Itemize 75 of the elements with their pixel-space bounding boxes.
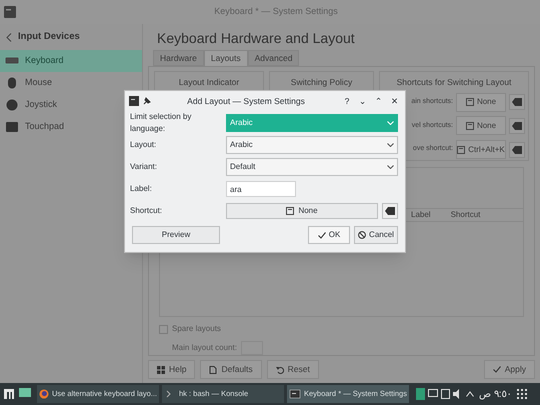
clear-button[interactable] <box>509 118 525 134</box>
button[interactable]: Help <box>148 360 196 379</box>
clear-icon <box>512 122 522 130</box>
sidebar-item[interactable]: Keyboard <box>0 50 142 72</box>
clear-icon <box>512 98 522 106</box>
tab[interactable]: Hardware <box>153 50 204 66</box>
group-title: Shortcuts for Switching Layout <box>396 76 512 89</box>
chevron-down-icon <box>387 165 394 169</box>
close-button[interactable]: ✕ <box>389 96 401 106</box>
help-button[interactable]: ? <box>341 96 353 106</box>
window-title: Keyboard * — System Settings <box>213 5 339 18</box>
clipboard-icon <box>441 389 450 399</box>
document-icon <box>209 366 218 374</box>
ok-button[interactable]: OK <box>308 226 350 244</box>
shortcut-button[interactable]: None <box>456 116 506 136</box>
check-icon <box>318 232 326 238</box>
field-label: Layout: <box>130 139 158 151</box>
app-icon <box>416 388 425 400</box>
shortcut-button[interactable]: Ctrl+Alt+K <box>456 140 506 160</box>
field-label: Limit selection by language: <box>130 111 192 135</box>
button[interactable]: Reset <box>266 360 319 379</box>
cancel-button[interactable]: Cancel <box>354 226 398 244</box>
pin-icon <box>143 97 151 105</box>
label-input[interactable]: ara <box>226 181 296 197</box>
preview-button[interactable]: Preview <box>132 226 220 244</box>
monitor-icon <box>428 389 438 399</box>
back-icon <box>6 32 12 42</box>
check-icon <box>492 366 501 373</box>
field-label: Label: <box>130 183 153 195</box>
field-label: Shortcut: <box>130 205 164 217</box>
cancel-icon <box>358 231 366 239</box>
sidebar-item[interactable]: Mouse <box>0 72 142 94</box>
dropdown[interactable]: Default <box>226 158 398 176</box>
checkbox-label: Spare layouts <box>172 323 221 335</box>
clock: ٩:٥٠ ص <box>478 388 513 402</box>
clear-button[interactable] <box>509 94 525 110</box>
field-label: Variant: <box>130 161 158 173</box>
page-title: Keyboard Hardware and Layout <box>156 29 356 48</box>
joystick-icon <box>5 99 19 111</box>
shortcut-button[interactable]: None <box>456 92 506 112</box>
field-label: Main layout count: <box>172 342 237 354</box>
menu-icon <box>3 388 15 400</box>
desktop-icon <box>18 388 32 400</box>
clear-icon <box>385 207 395 215</box>
browser-icon <box>39 388 49 400</box>
chevron-down-icon <box>387 121 394 125</box>
tab[interactable]: Advanced <box>248 50 300 66</box>
clear-button[interactable] <box>382 203 398 219</box>
app-icon <box>129 96 139 106</box>
maximize-button[interactable]: ⌃ <box>373 96 385 106</box>
tab[interactable]: Layouts <box>204 50 248 66</box>
group-title: Switching Policy <box>290 76 352 89</box>
back-link[interactable]: Input Devices <box>18 30 80 44</box>
apply-button[interactable]: Apply <box>484 360 535 379</box>
checkbox[interactable] <box>159 324 168 334</box>
dropdown[interactable]: Arabic <box>226 114 398 132</box>
apps-grid-icon <box>516 389 527 399</box>
chevron-down-icon <box>387 143 394 147</box>
shortcut-button[interactable]: None <box>226 203 378 219</box>
caret-up-icon <box>466 391 474 397</box>
minimize-button[interactable]: ⌄ <box>357 96 369 106</box>
undo-icon <box>276 366 284 374</box>
touchpad-icon <box>5 121 19 133</box>
window-icon <box>289 388 301 400</box>
dropdown[interactable]: Arabic <box>226 136 398 154</box>
group-title: Layout Indicator <box>178 76 240 89</box>
app-icon <box>4 6 16 18</box>
clear-button[interactable] <box>509 142 525 158</box>
column-header: Shortcut <box>450 209 480 221</box>
button[interactable]: Defaults <box>200 360 262 379</box>
clear-icon <box>512 146 522 154</box>
grid-icon <box>157 366 165 374</box>
column-header: Label <box>411 209 431 221</box>
dialog-title: Add Layout — System Settings <box>186 94 306 108</box>
mouse-icon <box>5 77 19 89</box>
